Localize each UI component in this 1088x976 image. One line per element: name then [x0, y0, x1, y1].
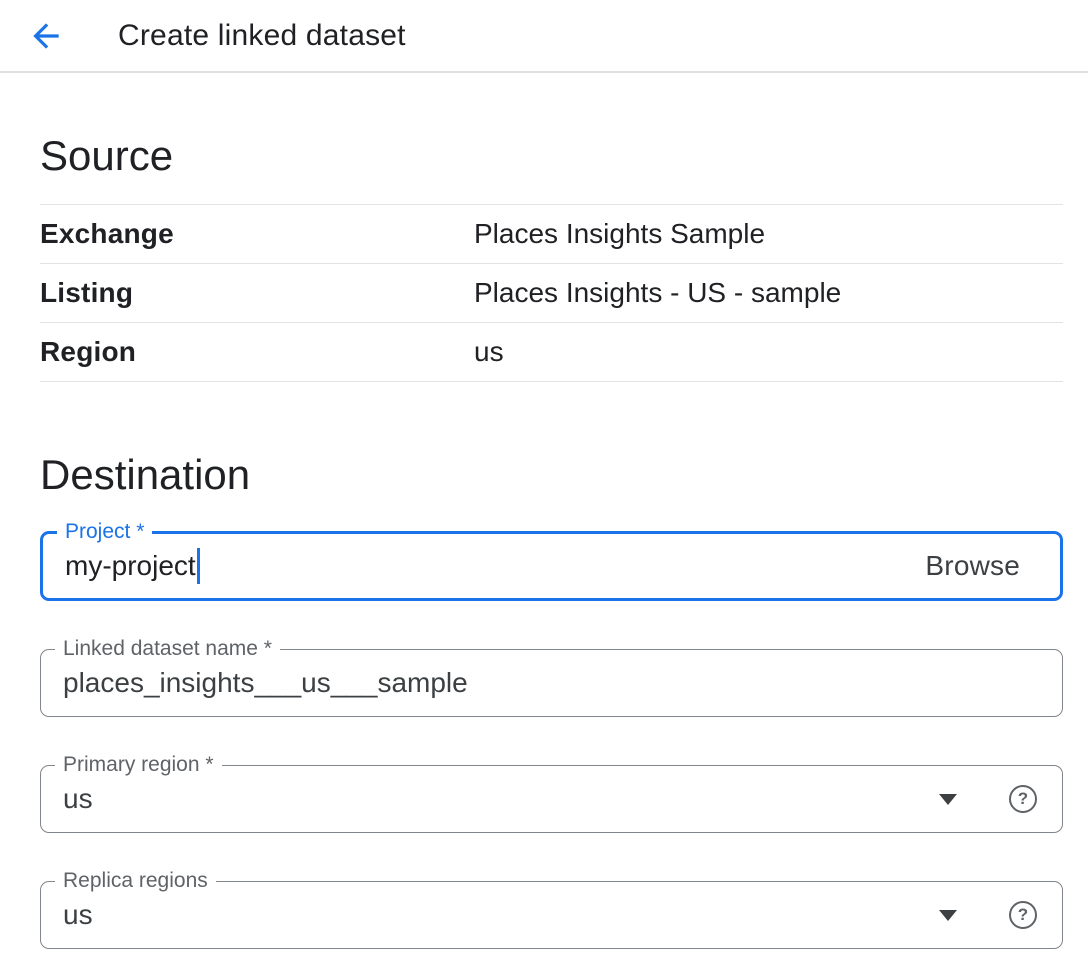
table-row-region: Region us: [40, 323, 1063, 382]
replica-regions-value: us: [63, 899, 93, 931]
project-input[interactable]: my-project: [65, 550, 196, 582]
primary-region-value: us: [63, 783, 93, 815]
linked-dataset-name-input[interactable]: places_insights___us___sample: [63, 667, 468, 699]
exchange-value: Places Insights Sample: [474, 218, 765, 250]
listing-value: Places Insights - US - sample: [474, 277, 841, 309]
source-section-heading: Source: [40, 133, 1063, 179]
back-button[interactable]: [24, 14, 68, 58]
page-title: Create linked dataset: [118, 19, 406, 53]
linked-dataset-name-label: Linked dataset name *: [55, 637, 280, 661]
destination-section-heading: Destination: [40, 452, 1063, 498]
region-label: Region: [40, 336, 474, 368]
linked-dataset-name-field[interactable]: Linked dataset name * places_insights___…: [40, 649, 1063, 717]
primary-region-label: Primary region *: [55, 753, 222, 777]
source-details-table: Exchange Places Insights Sample Listing …: [40, 204, 1063, 382]
listing-label: Listing: [40, 277, 474, 309]
primary-region-field[interactable]: Primary region * us ?: [40, 765, 1063, 833]
main-content: Source Exchange Places Insights Sample L…: [0, 133, 1088, 949]
replica-regions-field[interactable]: Replica regions us ?: [40, 881, 1063, 949]
table-row-exchange: Exchange Places Insights Sample: [40, 205, 1063, 264]
page-header: Create linked dataset: [0, 0, 1088, 73]
text-cursor: [197, 548, 200, 584]
region-value: us: [474, 336, 504, 368]
replica-regions-label: Replica regions: [55, 869, 216, 893]
table-row-listing: Listing Places Insights - US - sample: [40, 264, 1063, 323]
help-icon[interactable]: ?: [1009, 901, 1037, 929]
help-icon[interactable]: ?: [1009, 785, 1037, 813]
chevron-down-icon[interactable]: [939, 794, 957, 805]
project-field[interactable]: Project * my-project Browse: [40, 531, 1063, 601]
arrow-back-icon: [27, 17, 65, 55]
project-field-label: Project *: [57, 520, 152, 544]
chevron-down-icon[interactable]: [939, 910, 957, 921]
browse-button[interactable]: Browse: [925, 550, 1020, 582]
exchange-label: Exchange: [40, 218, 474, 250]
